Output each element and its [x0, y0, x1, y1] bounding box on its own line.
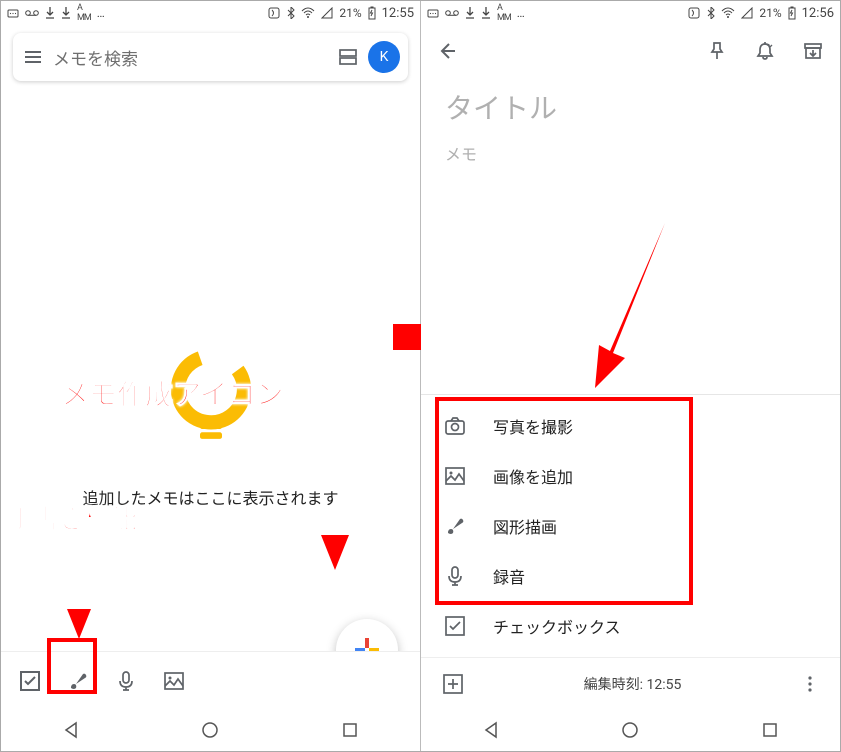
menu-label: チェックボックス	[493, 614, 621, 638]
phone-right: AMM … 21% 12:56 タイトル メモ	[421, 1, 840, 751]
highlight-menu-box	[435, 397, 693, 605]
menu-checkbox[interactable]: チェックボックス	[421, 601, 840, 651]
note-body[interactable]: タイトル メモ	[421, 77, 840, 394]
nfc-icon	[267, 7, 281, 19]
note-memo-placeholder[interactable]: メモ	[445, 141, 816, 165]
more-icon: …	[517, 6, 526, 20]
nav-home-icon[interactable]	[198, 718, 222, 742]
annotation-handwriting: 手書き機能	[7, 499, 137, 536]
nav-back-icon[interactable]	[479, 718, 503, 742]
download-icon	[465, 7, 475, 19]
download-icon	[45, 7, 55, 19]
image-icon[interactable]	[159, 666, 189, 696]
battery-charging-icon	[788, 6, 796, 20]
view-toggle-icon[interactable]	[336, 45, 360, 69]
nav-recent-icon[interactable]	[758, 718, 782, 742]
nav-home-icon[interactable]	[618, 718, 642, 742]
mic-icon[interactable]	[111, 666, 141, 696]
add-button[interactable]	[439, 670, 467, 698]
archive-icon[interactable]	[796, 34, 830, 68]
annotation-create-icon: メモ作成アイコン	[61, 373, 284, 413]
reminder-icon[interactable]	[748, 34, 782, 68]
note-title-placeholder[interactable]: タイトル	[445, 87, 816, 127]
checkbox-icon	[443, 614, 467, 638]
font-icon: AMM	[77, 3, 91, 23]
download-icon	[61, 7, 71, 19]
note-footer: 編集時刻: 12:55	[421, 657, 840, 709]
note-header	[421, 25, 840, 77]
bluetooth-icon	[707, 7, 715, 19]
empty-state: 追加したメモはここに表示されます	[1, 89, 420, 651]
android-nav-bar	[1, 709, 420, 751]
status-bar: AMM … 21% 12:56	[421, 1, 840, 25]
voicemail-icon	[25, 8, 39, 18]
more-icon: …	[97, 6, 106, 20]
battery-percent: 21%	[339, 6, 361, 20]
account-avatar[interactable]: K	[368, 41, 400, 73]
more-icon[interactable]	[798, 672, 822, 696]
edit-timestamp: 編集時刻: 12:55	[483, 674, 782, 694]
android-nav-bar	[421, 709, 840, 751]
pin-icon[interactable]	[700, 34, 734, 68]
clock-time: 12:55	[382, 6, 414, 21]
voicemail-icon	[445, 8, 459, 18]
font-icon: AMM	[497, 3, 511, 23]
signal-icon	[741, 7, 753, 19]
nfc-icon	[687, 7, 701, 19]
notification-icon	[427, 7, 439, 19]
status-bar: AMM … 21% 12:55	[1, 1, 420, 25]
menu-icon[interactable]	[21, 45, 45, 69]
back-button[interactable]	[431, 36, 461, 66]
highlight-brush-box	[47, 638, 97, 694]
nav-recent-icon[interactable]	[338, 718, 362, 742]
wifi-icon	[721, 7, 735, 19]
wifi-icon	[301, 7, 315, 19]
bluetooth-icon	[287, 7, 295, 19]
battery-charging-icon	[368, 6, 376, 20]
search-bar[interactable]: メモを検索 K	[13, 33, 408, 81]
nav-back-icon[interactable]	[59, 718, 83, 742]
signal-icon	[321, 7, 333, 19]
checkbox-icon[interactable]	[15, 666, 45, 696]
battery-percent: 21%	[759, 6, 781, 20]
download-icon	[481, 7, 491, 19]
search-placeholder: メモを検索	[53, 45, 328, 70]
phone-left: AMM … 21% 12:55 メモを検索 K 追加したメモはここ	[1, 1, 421, 751]
notification-icon	[7, 7, 19, 19]
clock-time: 12:56	[802, 6, 834, 21]
